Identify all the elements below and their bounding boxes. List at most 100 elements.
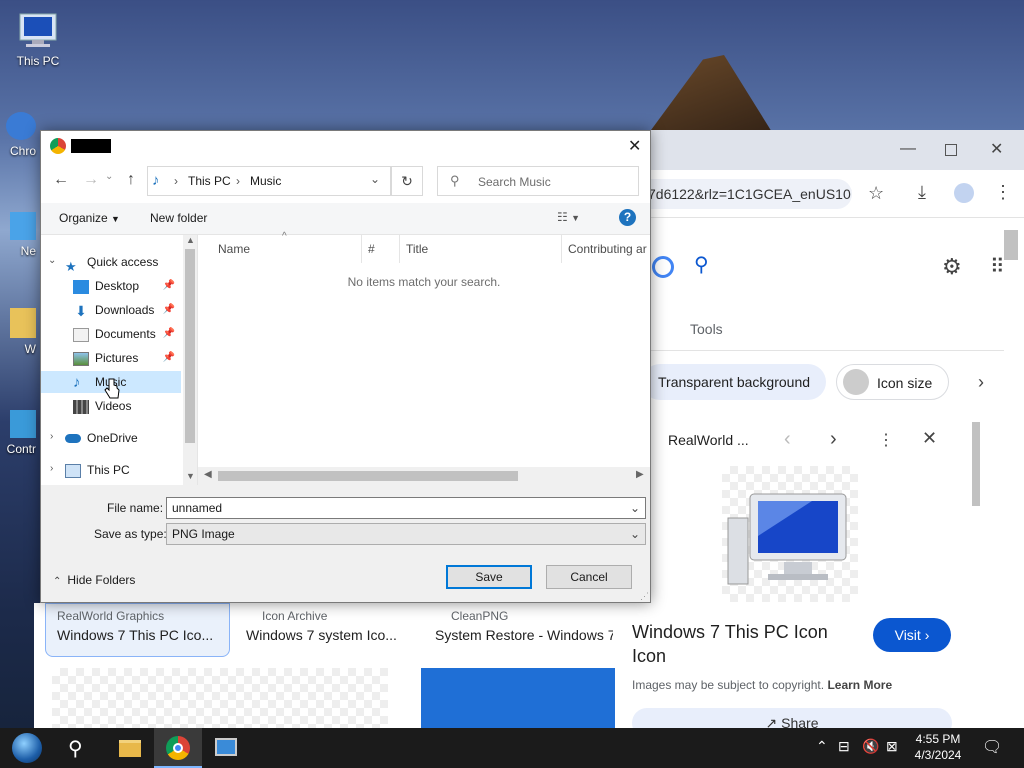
save-button[interactable]: Save [446, 565, 532, 589]
visit-button[interactable]: Visit › [873, 618, 951, 652]
nav-this-pc[interactable]: This PC [65, 459, 185, 481]
chevron-right-icon[interactable]: › [50, 431, 53, 442]
taskbar-file-explorer[interactable] [106, 728, 154, 768]
visit-label: Visit [894, 627, 921, 643]
chip-icon-size[interactable]: Icon size [836, 364, 950, 400]
new-folder-button[interactable]: New folder [150, 211, 207, 225]
nav-scrollbar-thumb[interactable] [185, 249, 195, 443]
nav-videos[interactable]: Videos [73, 395, 179, 417]
nav-label: Videos [95, 399, 132, 413]
chevron-down-icon[interactable]: ⌄ [630, 524, 640, 544]
close-icon[interactable]: ✕ [922, 428, 937, 449]
preview-image[interactable] [722, 466, 858, 602]
horizontal-scrollbar-thumb[interactable] [218, 471, 518, 481]
chevron-left-icon[interactable]: ‹ [784, 428, 791, 451]
clock[interactable]: 4:55 PM 4/3/2024 [906, 731, 970, 763]
kebab-menu-icon[interactable]: ⋮ [878, 430, 894, 450]
chevron-right-icon[interactable]: › [830, 428, 837, 451]
hide-folders-button[interactable]: ⌃ Hide Folders [53, 573, 135, 587]
result-title[interactable]: Windows 7 This PC Ico... [57, 627, 213, 643]
result-title[interactable]: Windows 7 system Ico... [246, 627, 397, 643]
desktop-icon-chrome[interactable]: Chro [0, 112, 36, 158]
file-name-input[interactable]: unnamed ⌄ [166, 497, 646, 519]
desktop-icon-folder[interactable]: W [0, 308, 36, 356]
column-header-name[interactable]: Name [212, 235, 362, 263]
view-options-icon[interactable]: ☷ ▼ [557, 210, 580, 224]
start-button[interactable] [4, 728, 48, 768]
learn-more-link[interactable]: Learn More [827, 678, 892, 692]
forward-arrow-icon[interactable]: → [83, 171, 99, 189]
bookmark-star-icon[interactable]: ☆ [868, 183, 884, 204]
column-header-number[interactable]: # [362, 235, 400, 263]
result-thumbnail[interactable] [52, 668, 388, 728]
pin-icon[interactable]: 📌 [163, 299, 175, 321]
desktop-icon-control-panel[interactable]: Contr [0, 410, 36, 456]
taskbar-chrome[interactable] [154, 728, 202, 768]
nav-scrollbar-track[interactable]: ▲ ▼ [183, 235, 197, 485]
search-icon[interactable]: ⚲ [694, 252, 709, 277]
chevron-down-icon[interactable]: ⌄ [630, 498, 640, 518]
maximize-icon[interactable] [945, 144, 957, 156]
breadcrumb-this-pc[interactable]: This PC [188, 174, 231, 188]
scroll-down-icon[interactable]: ▼ [186, 471, 195, 481]
settings-gear-icon[interactable]: ⚙ [942, 254, 962, 280]
tools-tab[interactable]: Tools [690, 321, 723, 337]
save-as-type-select[interactable]: PNG Image ⌄ [166, 523, 646, 545]
up-arrow-icon[interactable]: ↑ [127, 171, 135, 189]
page-scrollbar[interactable] [1004, 230, 1018, 260]
chevron-right-icon[interactable]: › [50, 463, 53, 474]
cancel-button[interactable]: Cancel [546, 565, 632, 589]
organize-label: Organize [59, 211, 108, 225]
breadcrumb-music[interactable]: Music [250, 174, 281, 188]
address-breadcrumb[interactable]: ♪ › This PC › Music ⌄ [147, 166, 391, 196]
pin-icon[interactable]: 📌 [163, 323, 175, 345]
nav-documents[interactable]: Documents 📌 [73, 323, 179, 345]
close-icon[interactable]: ✕ [990, 139, 1003, 159]
nav-onedrive[interactable]: OneDrive [65, 427, 185, 449]
pin-icon[interactable]: 📌 [163, 347, 175, 369]
nav-desktop[interactable]: Desktop 📌 [73, 275, 179, 297]
chip-transparent-background[interactable]: Transparent background [642, 364, 827, 400]
notifications-icon[interactable]: 🗨 [982, 737, 1002, 757]
panel-scrollbar[interactable] [972, 422, 980, 506]
organize-button[interactable]: Organize ▼ [59, 211, 120, 225]
chevron-down-icon[interactable]: ⌄ [48, 255, 56, 266]
desktop-icon-network[interactable]: Ne [0, 212, 36, 258]
nav-pictures[interactable]: Pictures 📌 [73, 347, 179, 369]
help-icon[interactable]: ? [619, 209, 636, 226]
close-icon[interactable]: ✕ [628, 136, 641, 156]
scroll-left-icon[interactable]: ◀ [204, 469, 212, 480]
column-header-title[interactable]: Title [400, 235, 562, 263]
scroll-up-icon[interactable]: ▲ [186, 235, 195, 245]
pin-icon[interactable]: 📌 [163, 275, 175, 297]
minimize-icon[interactable]: — [900, 140, 916, 158]
result-title[interactable]: System Restore - Windows 7 [435, 627, 613, 643]
profile-avatar-icon[interactable] [954, 183, 974, 203]
panel-source[interactable]: RealWorld ... [668, 432, 749, 448]
result-thumbnail[interactable] [421, 668, 615, 728]
scroll-right-icon[interactable]: ▶ [636, 469, 644, 480]
back-arrow-icon[interactable]: ← [53, 171, 69, 189]
volume-muted-icon[interactable]: 🔇 [862, 738, 879, 755]
search-input[interactable]: ⚲ Search Music [437, 166, 639, 196]
lens-icon[interactable] [652, 256, 674, 278]
download-icon[interactable]: ⤓ [918, 182, 926, 203]
network-icon[interactable]: ⊟ [838, 738, 850, 755]
taskbar-control-panel[interactable] [202, 728, 250, 768]
refresh-icon[interactable]: ↻ [391, 166, 423, 196]
column-header-contributing-artists[interactable]: Contributing ar [562, 235, 650, 263]
chevron-up-icon[interactable]: ⌃ [816, 738, 828, 755]
nav-quick-access[interactable]: ★ Quick access [65, 251, 195, 274]
chevron-right-icon[interactable]: › [978, 372, 984, 393]
kebab-menu-icon[interactable]: ⋮ [994, 182, 1012, 203]
chevron-down-icon[interactable]: ⌄ [370, 172, 380, 186]
nav-downloads[interactable]: ⬇ Downloads 📌 [73, 299, 179, 321]
recent-dropdown-icon[interactable]: ⌄ [105, 171, 113, 182]
action-icon[interactable]: ⊠ [886, 738, 898, 755]
search-button[interactable]: ⚲ [54, 728, 102, 768]
desktop-icon-this-pc[interactable]: This PC [6, 12, 70, 68]
computer-icon [16, 12, 60, 50]
resize-grip-icon[interactable]: ⋰ [640, 591, 649, 602]
apps-grid-icon[interactable]: ⠿ [990, 254, 1005, 279]
horizontal-scrollbar[interactable]: ◀ ▶ [198, 467, 650, 485]
